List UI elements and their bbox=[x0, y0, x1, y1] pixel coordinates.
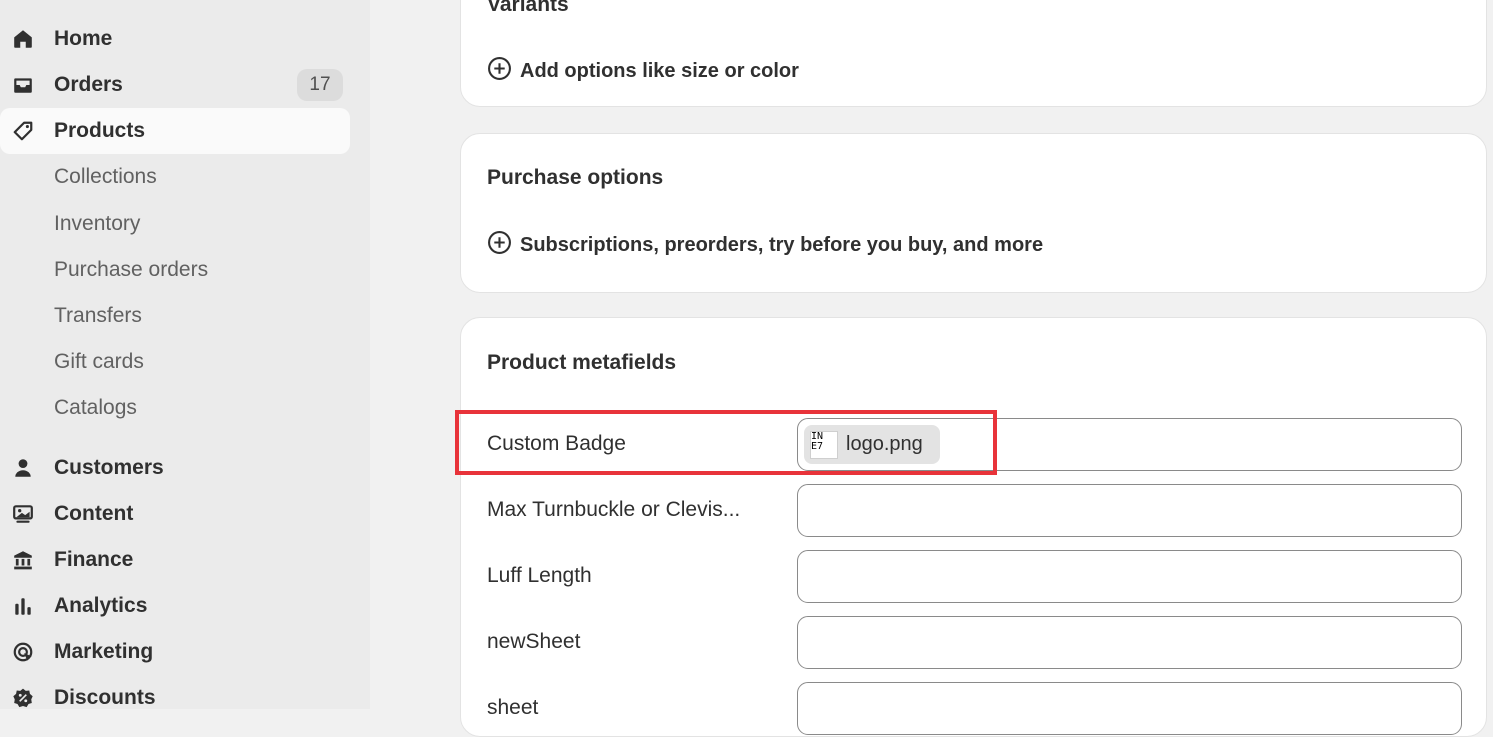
sidebar-item-marketing[interactable]: Marketing bbox=[0, 629, 350, 675]
sidebar-item-home[interactable]: Home bbox=[0, 16, 350, 62]
sidebar-item-label: Catalogs bbox=[54, 396, 137, 419]
purchase-options-card: Purchase options Subscriptions, preorder… bbox=[460, 133, 1487, 293]
variants-card: Variants Add options like size or color bbox=[460, 0, 1487, 107]
bar-chart-icon bbox=[11, 594, 35, 618]
purchase-options-title: Purchase options bbox=[487, 166, 664, 189]
sidebar-item-inventory[interactable]: Inventory bbox=[0, 201, 350, 247]
highlight-box bbox=[455, 410, 997, 475]
sidebar-item-collections[interactable]: Collections bbox=[0, 154, 350, 200]
sidebar-item-content[interactable]: Content bbox=[0, 491, 350, 537]
metafield-label-newsheet: newSheet bbox=[487, 630, 581, 653]
add-purchase-options-label: Subscriptions, preorders, try before you… bbox=[520, 234, 1044, 256]
plus-circle-icon bbox=[487, 230, 512, 261]
orders-count-badge: 17 bbox=[297, 69, 343, 101]
sidebar-item-finance[interactable]: Finance bbox=[0, 537, 350, 583]
target-icon bbox=[11, 640, 35, 664]
add-purchase-options-button[interactable]: Subscriptions, preorders, try before you… bbox=[487, 230, 1043, 261]
metafield-label-sheet: sheet bbox=[487, 696, 539, 719]
sidebar-item-label: Home bbox=[54, 27, 113, 50]
bank-icon bbox=[11, 548, 35, 572]
metafields-title: Product metafields bbox=[487, 351, 677, 374]
sidebar-item-label: Gift cards bbox=[54, 350, 144, 373]
add-options-label: Add options like size or color bbox=[520, 60, 799, 82]
sidebar-item-analytics[interactable]: Analytics bbox=[0, 583, 350, 629]
sidebar-item-label: Purchase orders bbox=[54, 258, 209, 281]
sidebar-item-label: Transfers bbox=[54, 304, 142, 327]
sidebar-item-products[interactable]: Products bbox=[0, 108, 350, 154]
luff-length-input[interactable] bbox=[797, 550, 1462, 603]
metafield-label-luff-length: Luff Length bbox=[487, 564, 592, 587]
sidebar-item-catalogs[interactable]: Catalogs bbox=[0, 385, 350, 431]
add-options-button[interactable]: Add options like size or color bbox=[487, 56, 799, 87]
discount-icon bbox=[11, 686, 35, 710]
tag-icon bbox=[11, 119, 35, 143]
sidebar-item-label: Products bbox=[54, 119, 146, 142]
max-turnbuckle-input[interactable] bbox=[797, 484, 1462, 537]
person-icon bbox=[11, 456, 35, 480]
metafield-label-max-turnbuckle: Max Turnbuckle or Clevis... bbox=[487, 498, 741, 521]
sidebar-item-label: Marketing bbox=[54, 640, 154, 663]
content-icon bbox=[11, 502, 35, 526]
newsheet-input[interactable] bbox=[797, 616, 1462, 669]
plus-circle-icon bbox=[487, 56, 512, 87]
home-icon bbox=[11, 27, 35, 51]
sidebar-item-gift-cards[interactable]: Gift cards bbox=[0, 339, 350, 385]
sidebar-item-label: Inventory bbox=[54, 212, 141, 235]
sidebar-item-orders[interactable]: Orders 17 bbox=[0, 62, 350, 108]
sidebar-item-label: Finance bbox=[54, 548, 134, 571]
sidebar-item-label: Analytics bbox=[54, 594, 148, 617]
sidebar-item-label: Customers bbox=[54, 456, 164, 479]
product-metafields-card: Product metafields Custom Badge IN E7 lo… bbox=[460, 317, 1487, 737]
sidebar-item-transfers[interactable]: Transfers bbox=[0, 293, 350, 339]
sidebar-item-label: Orders bbox=[54, 73, 123, 96]
sidebar: Home Orders 17 Products Collections Inve… bbox=[0, 0, 370, 709]
sidebar-item-label: Collections bbox=[54, 165, 157, 188]
sidebar-item-label: Content bbox=[54, 502, 134, 525]
sidebar-item-discounts[interactable]: Discounts bbox=[0, 675, 350, 721]
variants-title: Variants bbox=[487, 0, 569, 16]
inbox-icon bbox=[11, 73, 35, 97]
sidebar-item-label: Discounts bbox=[54, 686, 156, 709]
sidebar-item-purchase-orders[interactable]: Purchase orders bbox=[0, 247, 350, 293]
sidebar-item-customers[interactable]: Customers bbox=[0, 445, 350, 491]
